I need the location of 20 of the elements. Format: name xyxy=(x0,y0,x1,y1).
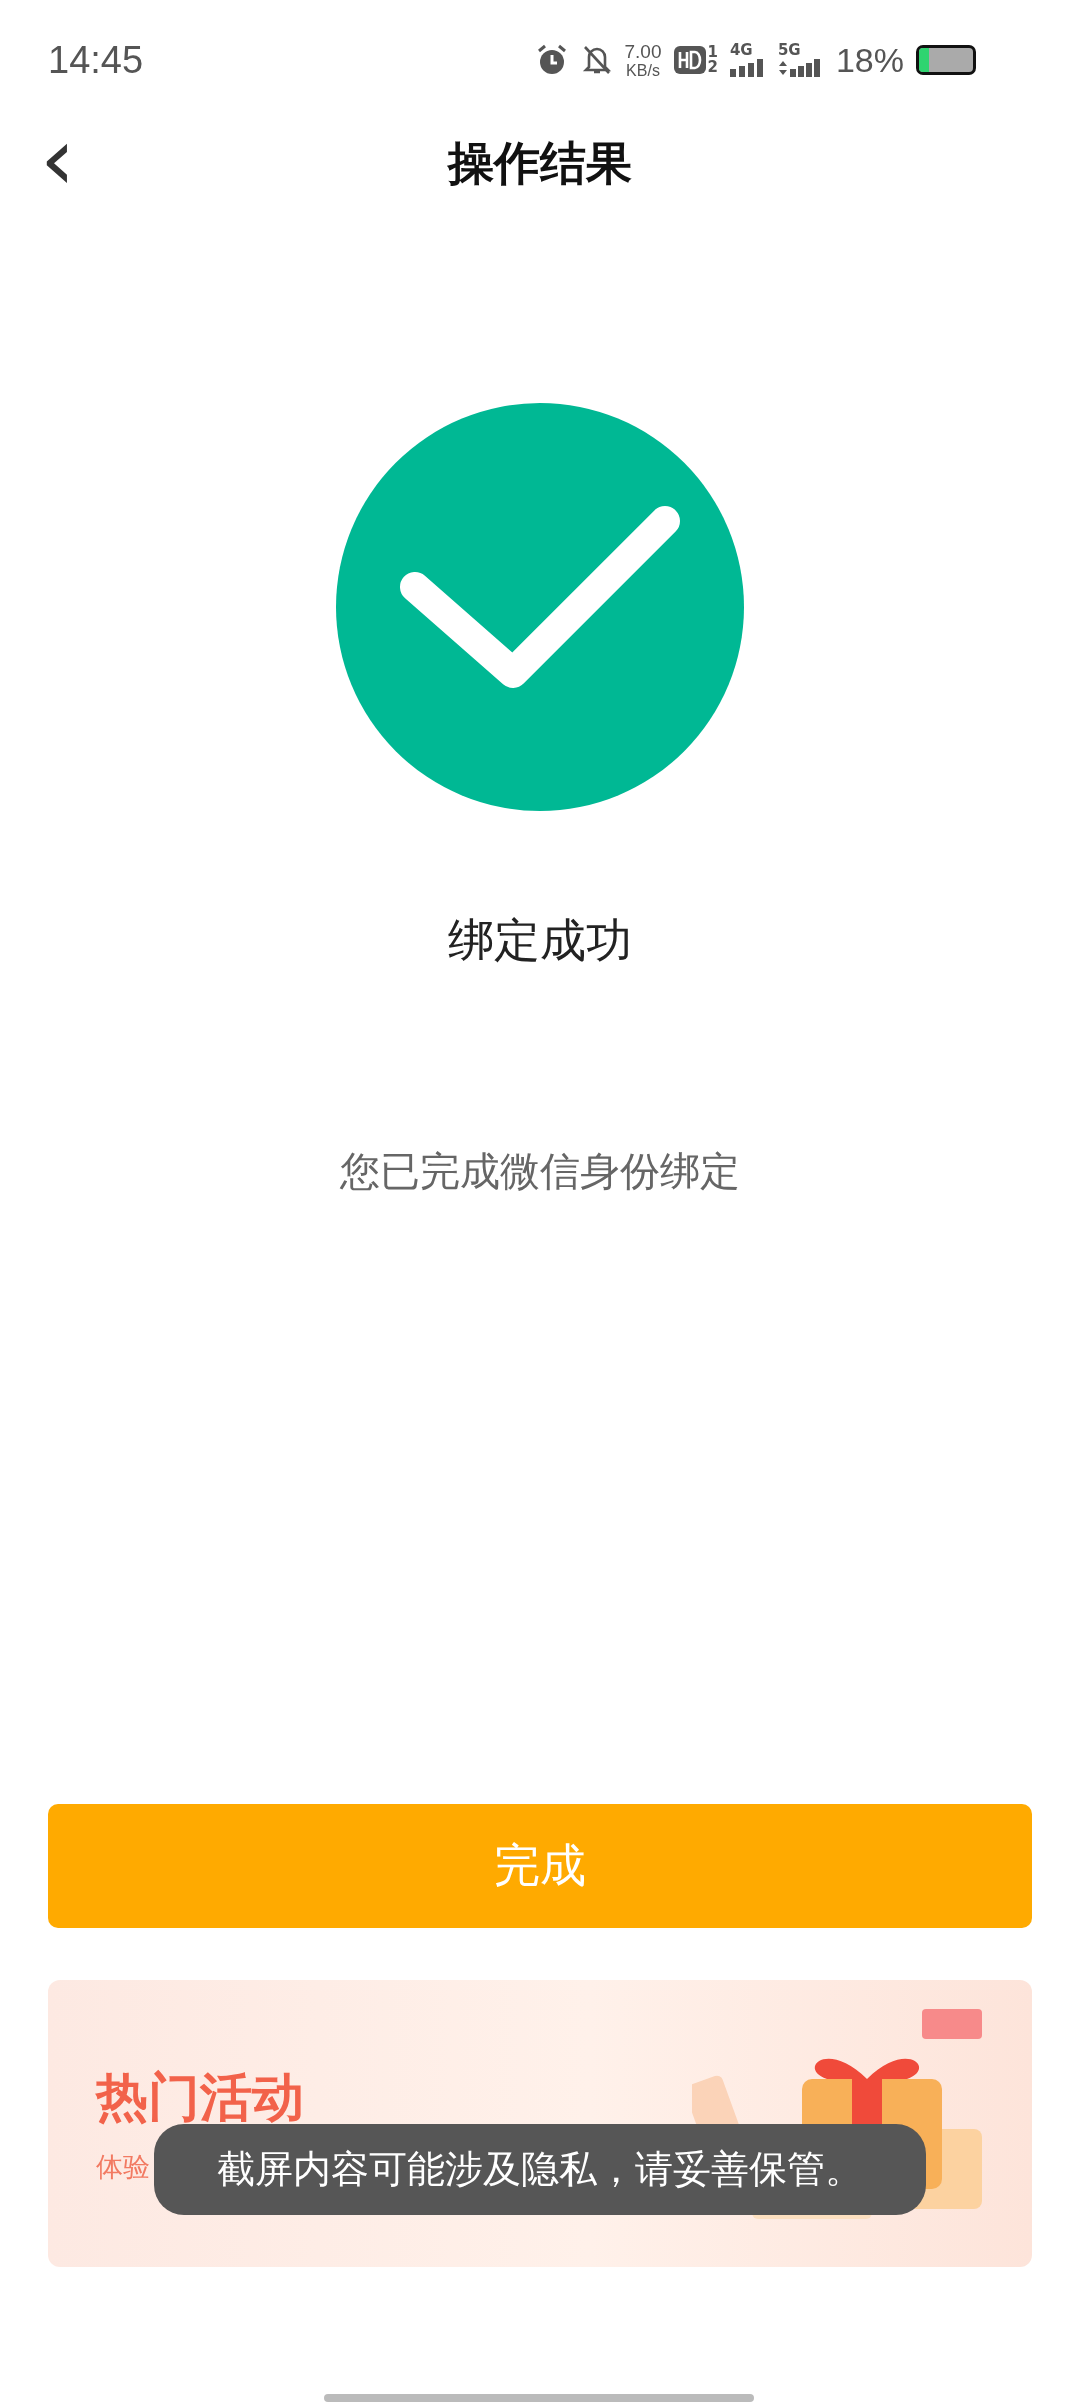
hd-icon xyxy=(673,46,706,74)
result-message: 您已完成微信身份绑定 xyxy=(340,1147,740,1196)
done-button[interactable]: 完成 xyxy=(48,1804,1032,1928)
battery-icon xyxy=(916,45,976,75)
signal-icon xyxy=(729,59,766,77)
sim-number: 1 xyxy=(707,45,718,60)
success-check-icon xyxy=(335,402,745,812)
promo-subtitle: 体验 xyxy=(96,2149,150,2184)
speed-unit: KB/s xyxy=(626,62,660,79)
network-label: 5G xyxy=(777,43,801,58)
network-label: 4G xyxy=(729,43,753,58)
status-time: 14:45 xyxy=(48,38,144,82)
privacy-toast: 截屏内容可能涉及隐私，请妥善保管。 xyxy=(154,2124,926,2215)
sim-number: 2 xyxy=(707,60,718,75)
home-indicator[interactable] xyxy=(324,2394,754,2402)
battery-percent: 18% xyxy=(835,40,904,80)
result-title: 绑定成功 xyxy=(448,912,632,969)
page-title: 操作结果 xyxy=(448,135,632,192)
speed-value: 7.00 xyxy=(624,41,662,61)
back-button[interactable]: ‹ xyxy=(30,124,86,194)
